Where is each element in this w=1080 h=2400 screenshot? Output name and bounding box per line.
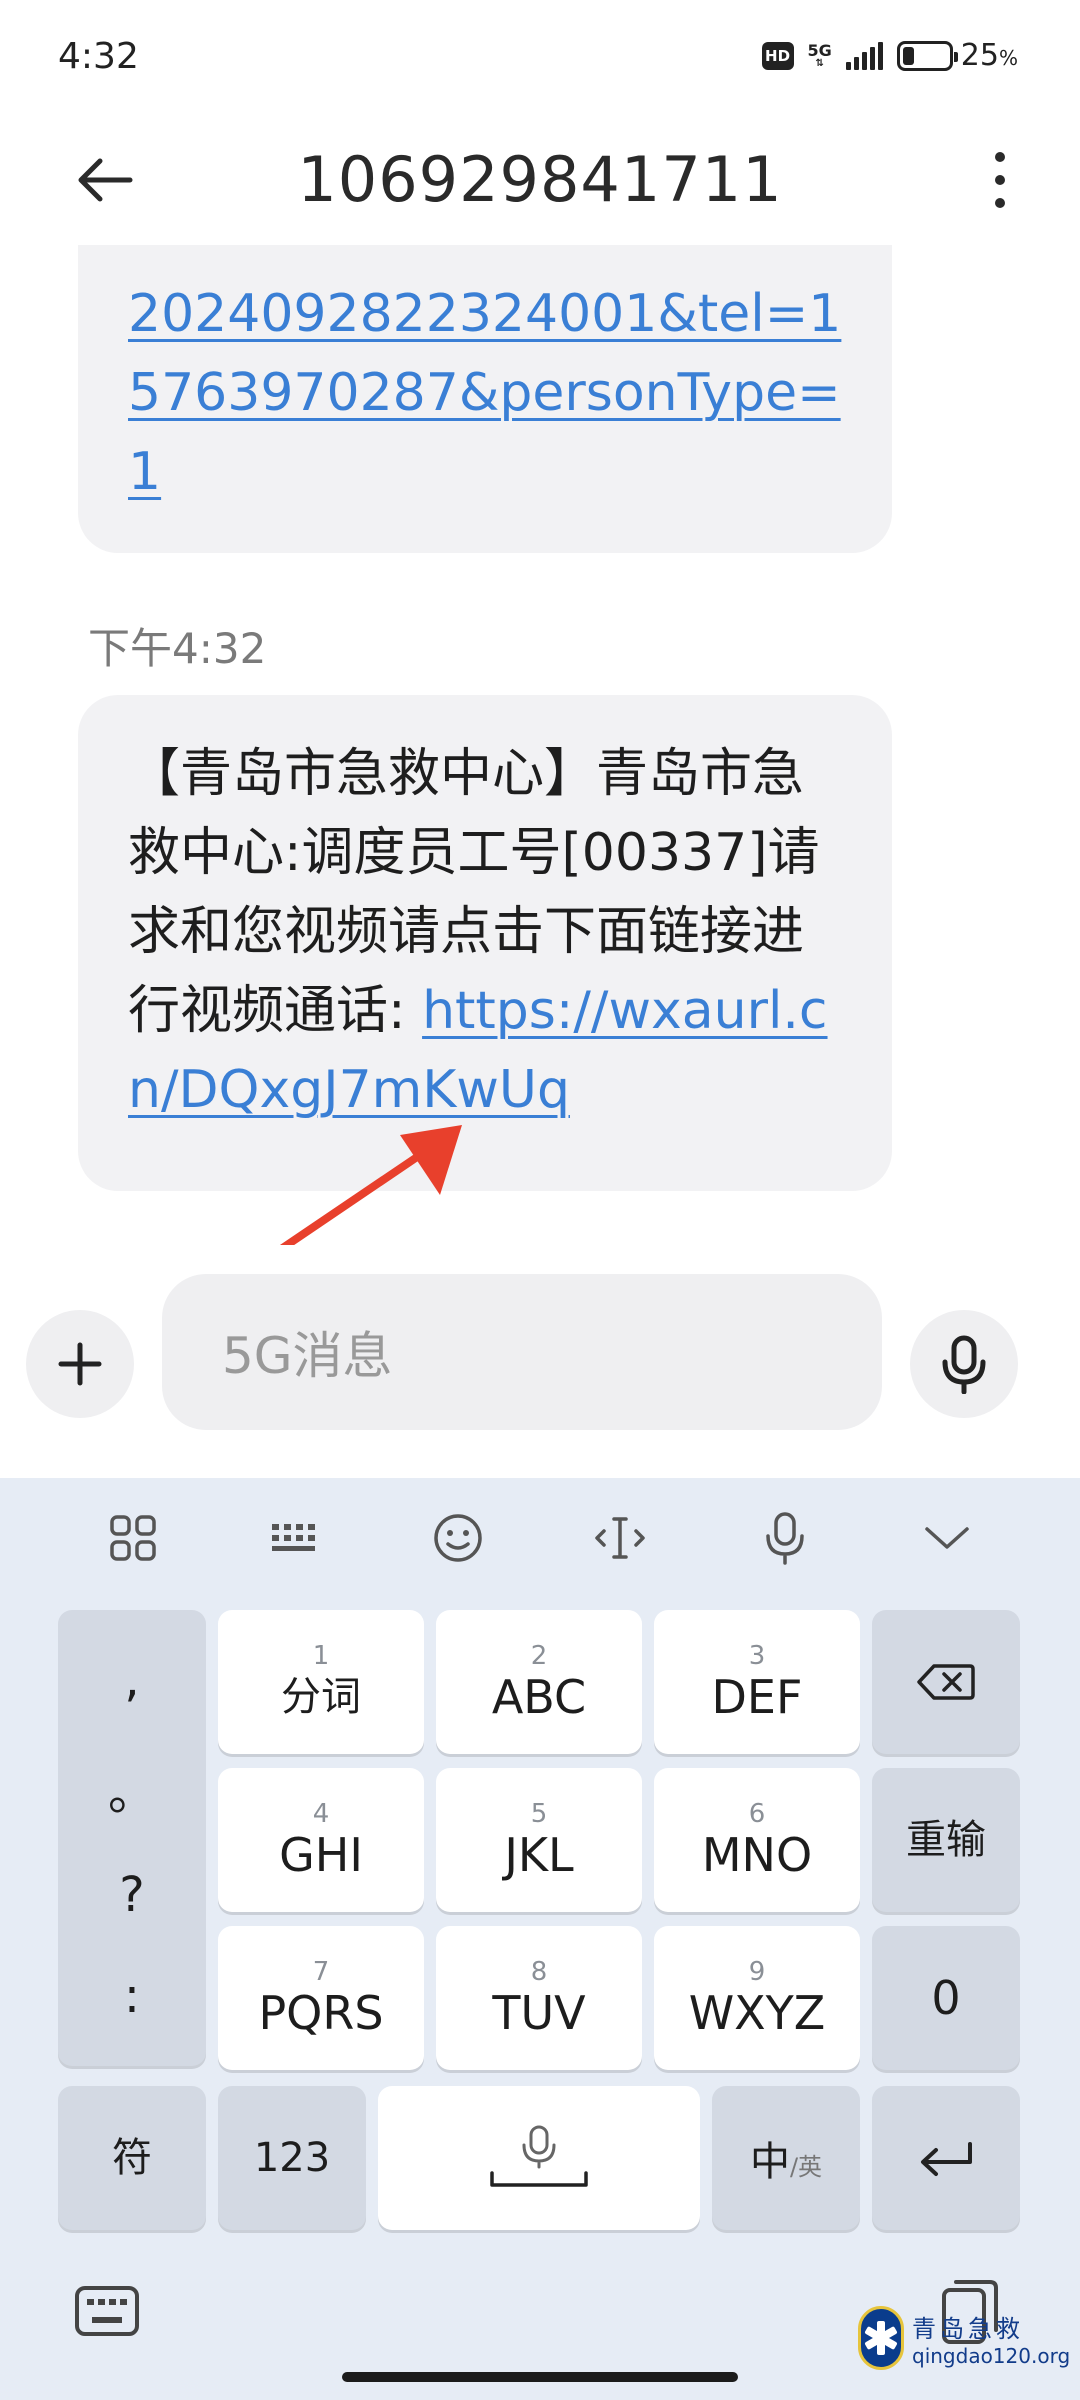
- key-label: PQRS: [258, 1986, 384, 2040]
- key-number: 3: [748, 1641, 766, 1671]
- network-type: 5G: [807, 40, 832, 60]
- signal-strength-icon: [845, 41, 883, 70]
- backspace-icon: [917, 1664, 975, 1700]
- key-number: 1: [312, 1641, 330, 1671]
- key-label: ABC: [491, 1670, 587, 1724]
- watermark-cn: 青岛急救: [912, 2314, 1024, 2343]
- status-bar: 4:32 HD 5G ⇅ 25%: [0, 0, 1080, 115]
- microphone-icon: [942, 1335, 986, 1394]
- message-text: 2024092822324001&tel=15763970287&personT…: [128, 275, 852, 512]
- key-9[interactable]: 9 WXYZ: [654, 1926, 860, 2070]
- battery-indicator: 25%: [896, 38, 1018, 73]
- key-5[interactable]: 5 JKL: [436, 1768, 642, 1912]
- language-switch-key[interactable]: 中/英: [712, 2086, 860, 2230]
- keyboard-switch-icon[interactable]: [74, 2285, 140, 2337]
- key-label: WXYZ: [688, 1986, 826, 2040]
- key-4[interactable]: 4 GHI: [218, 1768, 424, 1912]
- soft-keyboard: , 。 ? : 1 分词 2 ABC 3 DEF 4 GHI 5 JKL 6 M…: [0, 1478, 1080, 2400]
- status-time: 4:32: [58, 36, 139, 77]
- key-label: 重输: [906, 1817, 986, 1863]
- key-label: DEF: [711, 1670, 803, 1724]
- reinput-key[interactable]: 重输: [872, 1768, 1020, 1912]
- key-number: 7: [312, 1957, 330, 1987]
- punct-key[interactable]: ?: [119, 1867, 144, 1923]
- microphone-icon: [766, 1512, 804, 1565]
- key-label: GHI: [279, 1828, 363, 1882]
- watermark-en: qingdao120.org: [912, 2343, 1071, 2368]
- message-link[interactable]: 2024092822324001&tel=15763970287&personT…: [128, 284, 841, 502]
- battery-percent: 25%: [960, 38, 1018, 73]
- key-label: 中/英: [749, 2139, 823, 2185]
- toolbar-voice-button[interactable]: [750, 1506, 820, 1570]
- watermark: 青岛急救 qingdao120.org: [858, 2298, 1070, 2378]
- key-number: 2: [530, 1641, 548, 1671]
- key-label: JKL: [504, 1828, 574, 1882]
- keyboard-layout-icon: [272, 1524, 315, 1551]
- text-cursor-icon: [595, 1517, 645, 1559]
- key-label: TUV: [492, 1986, 586, 2040]
- voice-message-button[interactable]: [910, 1310, 1018, 1418]
- network-indicator: 5G ⇅: [807, 40, 832, 69]
- home-indicator[interactable]: [342, 2372, 738, 2382]
- battery-icon: [896, 40, 958, 71]
- conversation-title: 106929841711: [297, 143, 783, 216]
- zero-key[interactable]: 0: [872, 1926, 1020, 2070]
- keyboard-toolbar: [0, 1478, 1080, 1598]
- emergency-logo-icon: [865, 2321, 897, 2355]
- punct-key[interactable]: 。: [108, 1753, 156, 1823]
- key-number: 5: [530, 1799, 548, 1829]
- plus-icon: [58, 1342, 102, 1386]
- key-8[interactable]: 8 TUV: [436, 1926, 642, 2070]
- backspace-key[interactable]: [872, 1610, 1020, 1754]
- punct-key[interactable]: ,: [124, 1652, 139, 1708]
- more-options-icon[interactable]: [980, 145, 1020, 215]
- key-label: 符: [112, 2135, 152, 2181]
- key-2[interactable]: 2 ABC: [436, 1610, 642, 1754]
- toolbar-emoji-button[interactable]: [423, 1506, 493, 1570]
- key-label: 分词: [281, 1674, 361, 1720]
- key-1[interactable]: 1 分词: [218, 1610, 424, 1754]
- numbers-key[interactable]: 123: [218, 2086, 366, 2230]
- punctuation-column[interactable]: , 。 ? :: [58, 1610, 206, 2066]
- space-mic-icon: [490, 2125, 588, 2187]
- key-label: 0: [931, 1971, 961, 2025]
- key-number: 9: [748, 1957, 766, 1987]
- key-number: 8: [530, 1957, 548, 1987]
- emoji-icon: [434, 1514, 482, 1562]
- data-arrows-icon: ⇅: [815, 57, 824, 69]
- symbols-key[interactable]: 符: [58, 2086, 206, 2230]
- key-3[interactable]: 3 DEF: [654, 1610, 860, 1754]
- watermark-text: 青岛急救 qingdao120.org: [912, 2309, 1070, 2368]
- battery-fill: [902, 46, 914, 65]
- toolbar-apps-button[interactable]: [98, 1506, 168, 1570]
- conversation-header: 106929841711: [0, 115, 1080, 245]
- message-timestamp: 下午4:32: [88, 624, 267, 673]
- key-number: 4: [312, 1799, 330, 1829]
- message-bubble[interactable]: 2024092822324001&tel=15763970287&personT…: [78, 245, 892, 553]
- key-label: 123: [253, 2135, 331, 2181]
- apps-grid-icon: [110, 1515, 156, 1561]
- toolbar-collapse-button[interactable]: [912, 1506, 982, 1570]
- chevron-down-icon: [925, 1527, 969, 1549]
- enter-key[interactable]: [872, 2086, 1020, 2230]
- message-input[interactable]: 5G消息: [162, 1274, 882, 1430]
- toolbar-layout-button[interactable]: [260, 1506, 330, 1570]
- message-text: 【青岛市急救中心】青岛市急救中心:调度员工号[00337]请求和您视频请点击下面…: [128, 735, 852, 1130]
- key-number: 6: [748, 1799, 766, 1829]
- attach-button[interactable]: [26, 1310, 134, 1418]
- compose-bar: 5G消息: [0, 1270, 1080, 1430]
- space-key[interactable]: [378, 2086, 700, 2230]
- punct-key[interactable]: :: [124, 1968, 140, 2024]
- star-of-life-icon: [858, 2306, 904, 2370]
- message-bubble[interactable]: 【青岛市急救中心】青岛市急救中心:调度员工号[00337]请求和您视频请点击下面…: [78, 695, 892, 1191]
- status-indicators: HD 5G ⇅ 25%: [761, 38, 1018, 73]
- key-7[interactable]: 7 PQRS: [218, 1926, 424, 2070]
- key-label: MNO: [701, 1828, 813, 1882]
- key-6[interactable]: 6 MNO: [654, 1768, 860, 1912]
- enter-icon: [921, 2142, 972, 2176]
- hd-badge: HD: [761, 41, 794, 70]
- toolbar-cursor-button[interactable]: [585, 1506, 655, 1570]
- message-list[interactable]: 2024092822324001&tel=15763970287&personT…: [0, 245, 1080, 1245]
